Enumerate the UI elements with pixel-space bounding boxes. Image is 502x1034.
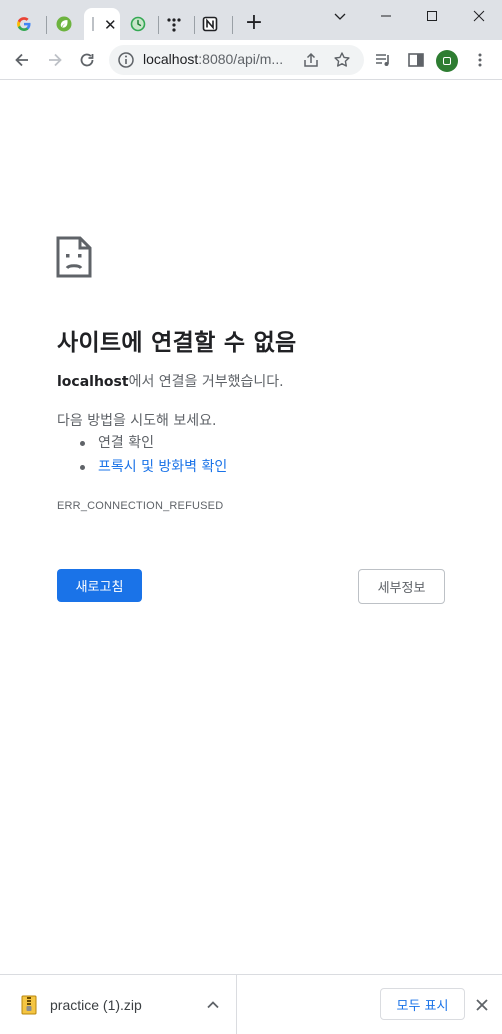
reload-button[interactable]: 새로고침 [57,569,142,602]
show-all-downloads-button[interactable]: 모두 표시 [380,988,465,1020]
tab-clock[interactable] [120,8,156,40]
bookmark-star-icon[interactable] [333,51,351,69]
tab-separator [232,16,233,34]
loading-icon [92,17,94,31]
tab-close-icon[interactable]: ✕ [104,16,117,34]
download-shelf: practice (1).zip 모두 표시 [0,974,502,1034]
error-host: localhost [57,374,129,390]
download-item[interactable]: practice (1).zip [0,975,237,1034]
suggestions-list: 연결 확인 프록시 및 방화벽 확인 [80,433,227,481]
profile-avatar[interactable] [436,50,458,72]
zip-file-icon [21,995,37,1015]
error-code: ERR_CONNECTION_REFUSED [57,500,224,512]
green-clock-icon [130,16,146,32]
details-button[interactable]: 세부정보 [358,569,445,604]
share-icon[interactable] [302,51,320,69]
sad-page-icon [56,236,92,278]
error-description-text: 에서 연결을 거부했습니다. [128,374,284,390]
address-bar[interactable]: localhost:8080/api/m... [109,45,364,75]
side-panel-icon[interactable] [404,48,428,72]
maximize-icon[interactable] [417,4,447,28]
page-content: 사이트에 연결할 수 없음 localhost에서 연결을 거부했습니다. 다음… [0,81,502,974]
tab-trello[interactable] [156,8,192,40]
tab-spring[interactable] [46,8,82,40]
minimize-icon[interactable] [371,4,401,28]
close-shelf-icon[interactable] [474,997,490,1013]
browser-toolbar: localhost:8080/api/m... [0,40,502,80]
trello-dots-icon [166,16,182,32]
suggestion-check-connection: 연결 확인 [80,433,227,457]
error-description: localhost에서 연결을 거부했습니다. [57,371,284,391]
notion-icon [202,16,218,32]
media-control-icon[interactable] [371,48,395,72]
forward-icon[interactable] [43,48,67,72]
suggestions-heading: 다음 방법을 시도해 보세요. [57,413,217,429]
avatar-mark-icon [443,57,451,65]
download-file-name: practice (1).zip [50,997,142,1013]
info-icon[interactable] [117,51,135,69]
suggestion-proxy-firewall-link[interactable]: 프록시 및 방화벽 확인 [80,457,227,481]
chevron-up-icon[interactable] [204,996,222,1014]
url-text[interactable]: localhost:8080/api/m... [143,51,293,69]
new-tab-button[interactable]: + [242,12,266,36]
tab-notion[interactable] [192,8,228,40]
tab-search-icon[interactable] [325,4,355,28]
reload-icon[interactable] [75,48,99,72]
menu-kebab-icon[interactable] [468,48,492,72]
tab-active[interactable]: ✕ [84,8,120,40]
tab-strip: ✕ + [0,0,502,40]
window-close-icon[interactable] [464,4,494,28]
spring-leaf-icon [56,16,72,32]
tab-google[interactable] [6,8,42,40]
back-icon[interactable] [10,48,34,72]
error-title: 사이트에 연결할 수 없음 [57,330,297,356]
google-icon [16,16,32,32]
